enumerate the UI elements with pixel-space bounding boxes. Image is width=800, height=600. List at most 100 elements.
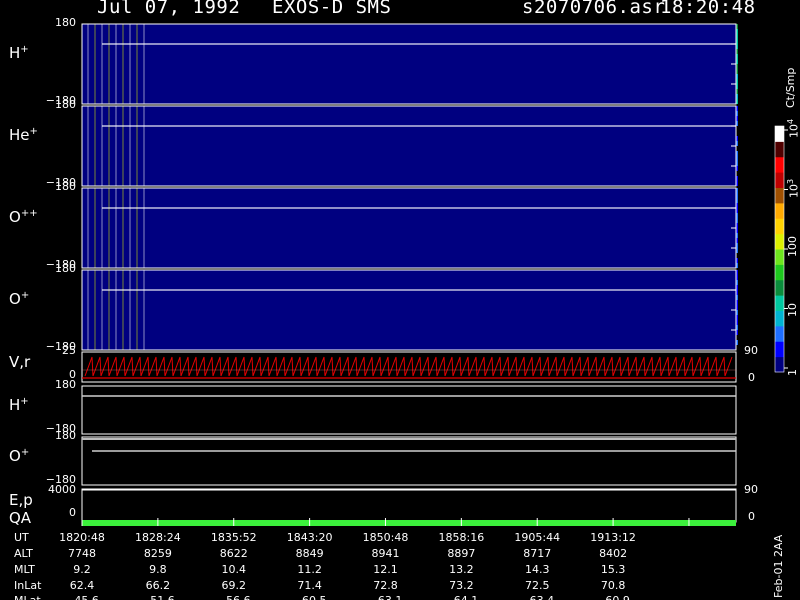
o_pp_spec-label: O++ bbox=[9, 208, 38, 226]
colorbar-segment bbox=[775, 310, 784, 327]
o_pp_spec-ytick-top: 180 bbox=[55, 180, 76, 193]
ephemeris-cell-mlt: 9.2 bbox=[73, 563, 91, 576]
ephemeris-cell-ut: 1905:44 bbox=[514, 531, 561, 544]
h_plus_spec-ytick-top: 180 bbox=[55, 16, 76, 29]
ephemeris-cell-alt: 7748 bbox=[68, 547, 96, 560]
ephemeris-cell-inlat: 62.4 bbox=[69, 579, 95, 592]
ephemeris-cell-ut: 1913:12 bbox=[590, 531, 636, 544]
ephemeris-cell-inlat: 72.5 bbox=[524, 579, 550, 592]
ephemeris-cell-mlt: 10.4 bbox=[221, 563, 246, 576]
ephemeris-cell-ut: 1858:16 bbox=[438, 531, 485, 544]
colorbar-tick-label: 1 bbox=[786, 369, 799, 376]
spectrogram-figure: { "header": { "date": "Jul 07, 1992", "i… bbox=[0, 0, 800, 600]
colorbar-tick-label: 100 bbox=[786, 236, 799, 257]
ephemeris-cell-alt: 8717 bbox=[523, 547, 552, 560]
colorbar-segment bbox=[775, 356, 784, 373]
o_plus_spec-ytick-top: 180 bbox=[55, 262, 76, 275]
ephemeris-cell-mlat: −51.6 bbox=[141, 594, 175, 600]
ephemeris-row-label-alt: ALT bbox=[14, 547, 33, 560]
ephemeris-cell-alt: 8941 bbox=[371, 547, 400, 560]
ep-right-tick-top: 90 bbox=[744, 483, 758, 496]
he_plus_spec-ytick-top: 180 bbox=[55, 98, 76, 111]
ep-right-tick-bottom: 0 bbox=[748, 510, 755, 523]
ep-panel-frame bbox=[81, 488, 737, 523]
colorbar-segment bbox=[775, 295, 784, 311]
attitude-panel-frame-2 bbox=[81, 436, 737, 486]
o_plus_spec-background bbox=[82, 270, 736, 350]
attitude-panel-label-1: H+ bbox=[9, 396, 29, 414]
colorbar-tick-label: 104 bbox=[786, 118, 800, 138]
colorbar-segment bbox=[775, 187, 784, 204]
ephemeris-cell-mlt: 13.2 bbox=[449, 563, 474, 576]
colorbar-segment bbox=[775, 156, 784, 173]
ephemeris-cell-mlat: −63.4 bbox=[520, 594, 554, 600]
ephemeris-cell-ut: 1820:48 bbox=[59, 531, 105, 544]
ephemeris-row-label-inlat: InLat bbox=[14, 579, 42, 592]
vr-right-tick-top: 90 bbox=[744, 344, 758, 357]
colorbar-segment bbox=[775, 264, 784, 281]
colorbar-segment bbox=[775, 141, 784, 158]
colorbar-segment bbox=[775, 279, 784, 296]
ephemeris-cell-inlat: 72.8 bbox=[373, 579, 398, 592]
footer-stamp: Feb-01 2AA bbox=[772, 534, 785, 598]
he_plus_spec-background bbox=[82, 106, 736, 186]
ephemeris-row-label-ut: UT bbox=[14, 531, 29, 544]
ephemeris-cell-alt: 8402 bbox=[599, 547, 628, 560]
ephemeris-cell-mlat: −60.5 bbox=[293, 594, 327, 600]
o_plus_spec-label: O+ bbox=[9, 290, 30, 308]
o_pp_spec-background bbox=[82, 188, 736, 268]
ephemeris-cell-mlat: −45.6 bbox=[65, 594, 99, 600]
attitude-panel-frame-1 bbox=[81, 385, 737, 435]
colorbar-segment bbox=[775, 126, 784, 142]
ephemeris-cell-mlt: 9.8 bbox=[149, 563, 167, 576]
qa-panel-label: QA bbox=[9, 509, 32, 527]
attitude-panel-label-2: O+ bbox=[9, 447, 30, 465]
ephemeris-cell-alt: 8259 bbox=[143, 547, 172, 560]
attitude-ytick-top-1: 180 bbox=[55, 378, 76, 391]
ephemeris-cell-mlat: −56.6 bbox=[217, 594, 251, 600]
ephemeris-cell-inlat: 71.4 bbox=[297, 579, 322, 592]
he_plus_spec-label: He+ bbox=[9, 126, 38, 144]
attitude-ytick-top-2: 180 bbox=[55, 429, 76, 442]
ep-panel-label: E,p bbox=[9, 491, 33, 509]
ephemeris-cell-alt: 8849 bbox=[295, 547, 324, 560]
ephemeris-cell-alt: 8622 bbox=[219, 547, 248, 560]
colorbar-segment bbox=[775, 249, 784, 265]
vr-right-tick-bottom: 0 bbox=[748, 371, 755, 384]
colorbar-unit-label: Ct/Smp bbox=[784, 67, 797, 108]
colorbar-segment bbox=[775, 341, 784, 358]
ephemeris-cell-mlt: 12.1 bbox=[373, 563, 398, 576]
ephemeris-cell-mlt: 14.3 bbox=[524, 563, 550, 576]
ephemeris-cell-alt: 8897 bbox=[447, 547, 476, 560]
ephemeris-cell-mlat: −63.1 bbox=[369, 594, 403, 600]
plot-canvas bbox=[81, 23, 788, 526]
colorbar-tick-label: 10 bbox=[786, 302, 799, 317]
ephemeris-cell-ut: 1843:20 bbox=[286, 531, 333, 544]
ephemeris-cell-mlat: −64.1 bbox=[444, 594, 478, 600]
ephemeris-cell-mlt: 15.3 bbox=[600, 563, 626, 576]
ephemeris-cell-ut: 1828:24 bbox=[135, 531, 181, 544]
qa-bar bbox=[82, 520, 736, 526]
ephemeris-cell-inlat: 70.8 bbox=[600, 579, 626, 592]
vr-panel-label: V,r bbox=[9, 353, 31, 371]
vr-ytick-top: 25 bbox=[62, 344, 76, 357]
h_plus_spec-label: H+ bbox=[9, 44, 29, 62]
ephemeris-cell-mlat: −60.9 bbox=[596, 594, 630, 600]
colorbar-segment bbox=[775, 233, 784, 250]
ephemeris-row-label-mlat: MLat bbox=[14, 594, 41, 600]
ephemeris-cell-inlat: 69.2 bbox=[221, 579, 246, 592]
colorbar-segment bbox=[775, 202, 784, 219]
ep-ytick-bottom: 0 bbox=[69, 506, 76, 519]
ephemeris-cell-mlt: 11.2 bbox=[297, 563, 322, 576]
ephemeris-cell-ut: 1835:52 bbox=[210, 531, 257, 544]
ephemeris-cell-ut: 1850:48 bbox=[362, 531, 409, 544]
colorbar-tick-label: 103 bbox=[786, 178, 800, 198]
ephemeris-row-label-mlt: MLT bbox=[14, 563, 35, 576]
colorbar-segment bbox=[775, 172, 784, 188]
colorbar-segment bbox=[775, 325, 784, 342]
ephemeris-cell-inlat: 73.2 bbox=[449, 579, 474, 592]
ephemeris-cell-inlat: 66.2 bbox=[145, 579, 171, 592]
ep-ytick-top: 4000 bbox=[48, 483, 76, 496]
h_plus_spec-background bbox=[82, 24, 736, 104]
colorbar-segment bbox=[775, 218, 784, 235]
